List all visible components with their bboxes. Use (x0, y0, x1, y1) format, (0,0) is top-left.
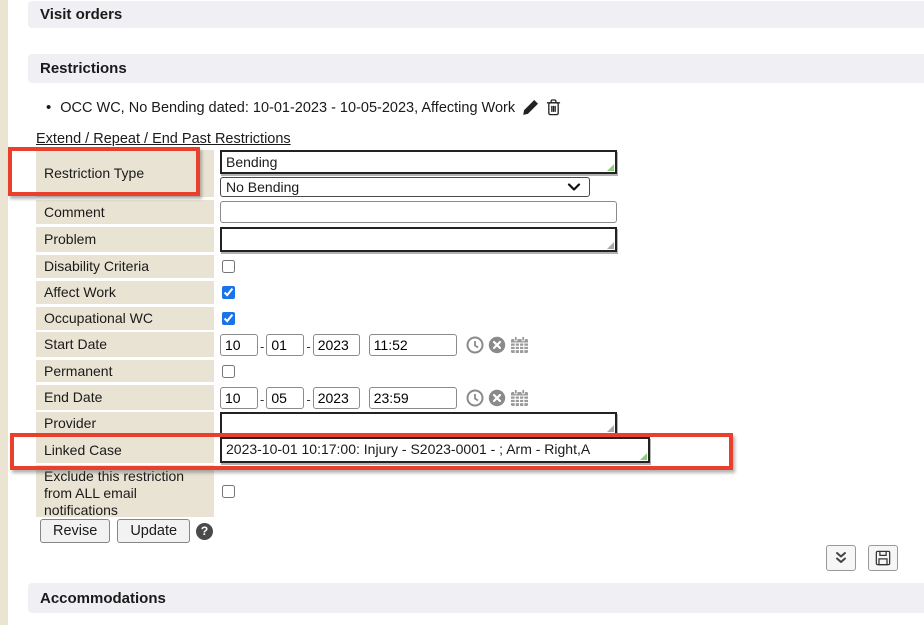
linked-case-value: 2023-10-01 10:17:00: Injury - S2023-0001… (226, 441, 590, 457)
disability-criteria-checkbox[interactable] (222, 260, 235, 273)
clear-icon[interactable] (488, 389, 506, 407)
restriction-list-item: • OCC WC, No Bending dated: 10-01-2023 -… (46, 99, 561, 116)
exclude-email-label: Exclude this restriction from ALL email … (36, 465, 214, 517)
restriction-type-select[interactable]: No Bending (220, 177, 590, 197)
end-day-input[interactable] (266, 387, 304, 409)
restrictions-title: Restrictions (40, 60, 127, 77)
start-date-label: Start Date (36, 332, 214, 357)
form-row-comment: Comment (36, 200, 776, 224)
restriction-category-field[interactable]: Bending (220, 150, 617, 174)
clock-icon[interactable] (466, 336, 484, 354)
form-row-linked-case: Linked Case 2023-10-01 10:17:00: Injury … (36, 437, 776, 463)
provider-label: Provider (36, 412, 214, 435)
resize-handle-icon[interactable] (607, 242, 614, 249)
save-floppy-icon (875, 550, 891, 566)
end-month-input[interactable] (220, 387, 258, 409)
delete-trash-icon[interactable] (546, 99, 561, 116)
start-month-input[interactable] (220, 334, 258, 356)
affect-work-checkbox[interactable] (222, 286, 235, 299)
disability-criteria-label: Disability Criteria (36, 255, 214, 278)
help-icon[interactable]: ? (196, 523, 213, 540)
linked-case-label: Linked Case (36, 437, 214, 463)
permanent-label: Permanent (36, 360, 214, 382)
form-row-occupational-wc: Occupational WC (36, 307, 776, 330)
restriction-category-value: Bending (226, 154, 277, 170)
collapse-double-chevron-button[interactable] (826, 545, 856, 571)
restriction-type-label: Restriction Type (36, 150, 214, 197)
update-button[interactable]: Update (117, 519, 190, 543)
form-row-start-date: Start Date - - (36, 332, 776, 357)
date-separator: - (260, 339, 264, 354)
affect-work-label: Affect Work (36, 281, 214, 304)
date-separator: - (306, 392, 310, 407)
date-separator: - (260, 392, 264, 407)
problem-label: Problem (36, 227, 214, 252)
form-row-permanent: Permanent (36, 360, 776, 382)
edit-pencil-icon[interactable] (523, 100, 538, 115)
clear-icon[interactable] (488, 336, 506, 354)
page: Visit orders Restrictions • OCC WC, No B… (0, 0, 924, 625)
form-actions: Revise Update ? (40, 519, 213, 543)
visit-orders-title: Visit orders (40, 6, 122, 23)
section-header-visit-orders: Visit orders (28, 1, 924, 28)
save-button[interactable] (868, 545, 898, 571)
permanent-checkbox[interactable] (222, 365, 235, 378)
provider-field[interactable] (220, 412, 617, 435)
occupational-wc-checkbox[interactable] (222, 312, 235, 325)
form-row-end-date: End Date - - (36, 385, 776, 410)
chevron-down-icon (567, 183, 581, 191)
form-row-disability-criteria: Disability Criteria (36, 255, 776, 278)
form-row-affect-work: Affect Work (36, 281, 776, 304)
revise-button[interactable]: Revise (40, 519, 110, 543)
date-separator: - (306, 339, 310, 354)
restriction-type-selected: No Bending (226, 179, 299, 195)
accommodations-title: Accommodations (40, 590, 166, 607)
resize-handle-icon[interactable] (607, 425, 614, 432)
form-row-restriction-type: Restriction Type Bending No Bending (36, 150, 776, 197)
section-header-accommodations: Accommodations (28, 583, 924, 613)
form-row-provider: Provider (36, 412, 776, 435)
restriction-item-text: OCC WC, No Bending dated: 10-01-2023 - 1… (60, 100, 515, 116)
end-year-input[interactable] (313, 387, 360, 409)
left-margin-strip (0, 0, 8, 625)
double-chevron-down-icon (833, 551, 849, 565)
start-day-input[interactable] (266, 334, 304, 356)
start-year-input[interactable] (313, 334, 360, 356)
resize-handle-icon[interactable] (607, 164, 614, 171)
end-date-label: End Date (36, 385, 214, 410)
calendar-icon[interactable] (510, 389, 529, 407)
section-header-restrictions: Restrictions (28, 54, 924, 83)
resize-handle-icon[interactable] (640, 453, 647, 460)
bullet-icon: • (46, 99, 51, 116)
exclude-email-checkbox[interactable] (222, 485, 235, 498)
comment-label: Comment (36, 200, 214, 224)
end-time-input[interactable] (369, 387, 457, 409)
clock-icon[interactable] (466, 389, 484, 407)
comment-input[interactable] (220, 201, 617, 223)
occupational-wc-label: Occupational WC (36, 307, 214, 330)
restriction-form: Restriction Type Bending No Bending Comm… (36, 150, 776, 517)
extend-repeat-end-link[interactable]: Extend / Repeat / End Past Restrictions (36, 131, 291, 147)
calendar-icon[interactable] (510, 336, 529, 354)
linked-case-field[interactable]: 2023-10-01 10:17:00: Injury - S2023-0001… (220, 437, 650, 463)
corner-buttons (826, 545, 898, 571)
form-row-exclude-email: Exclude this restriction from ALL email … (36, 465, 776, 517)
form-row-problem: Problem (36, 227, 776, 252)
start-time-input[interactable] (369, 334, 457, 356)
problem-field[interactable] (220, 227, 617, 252)
